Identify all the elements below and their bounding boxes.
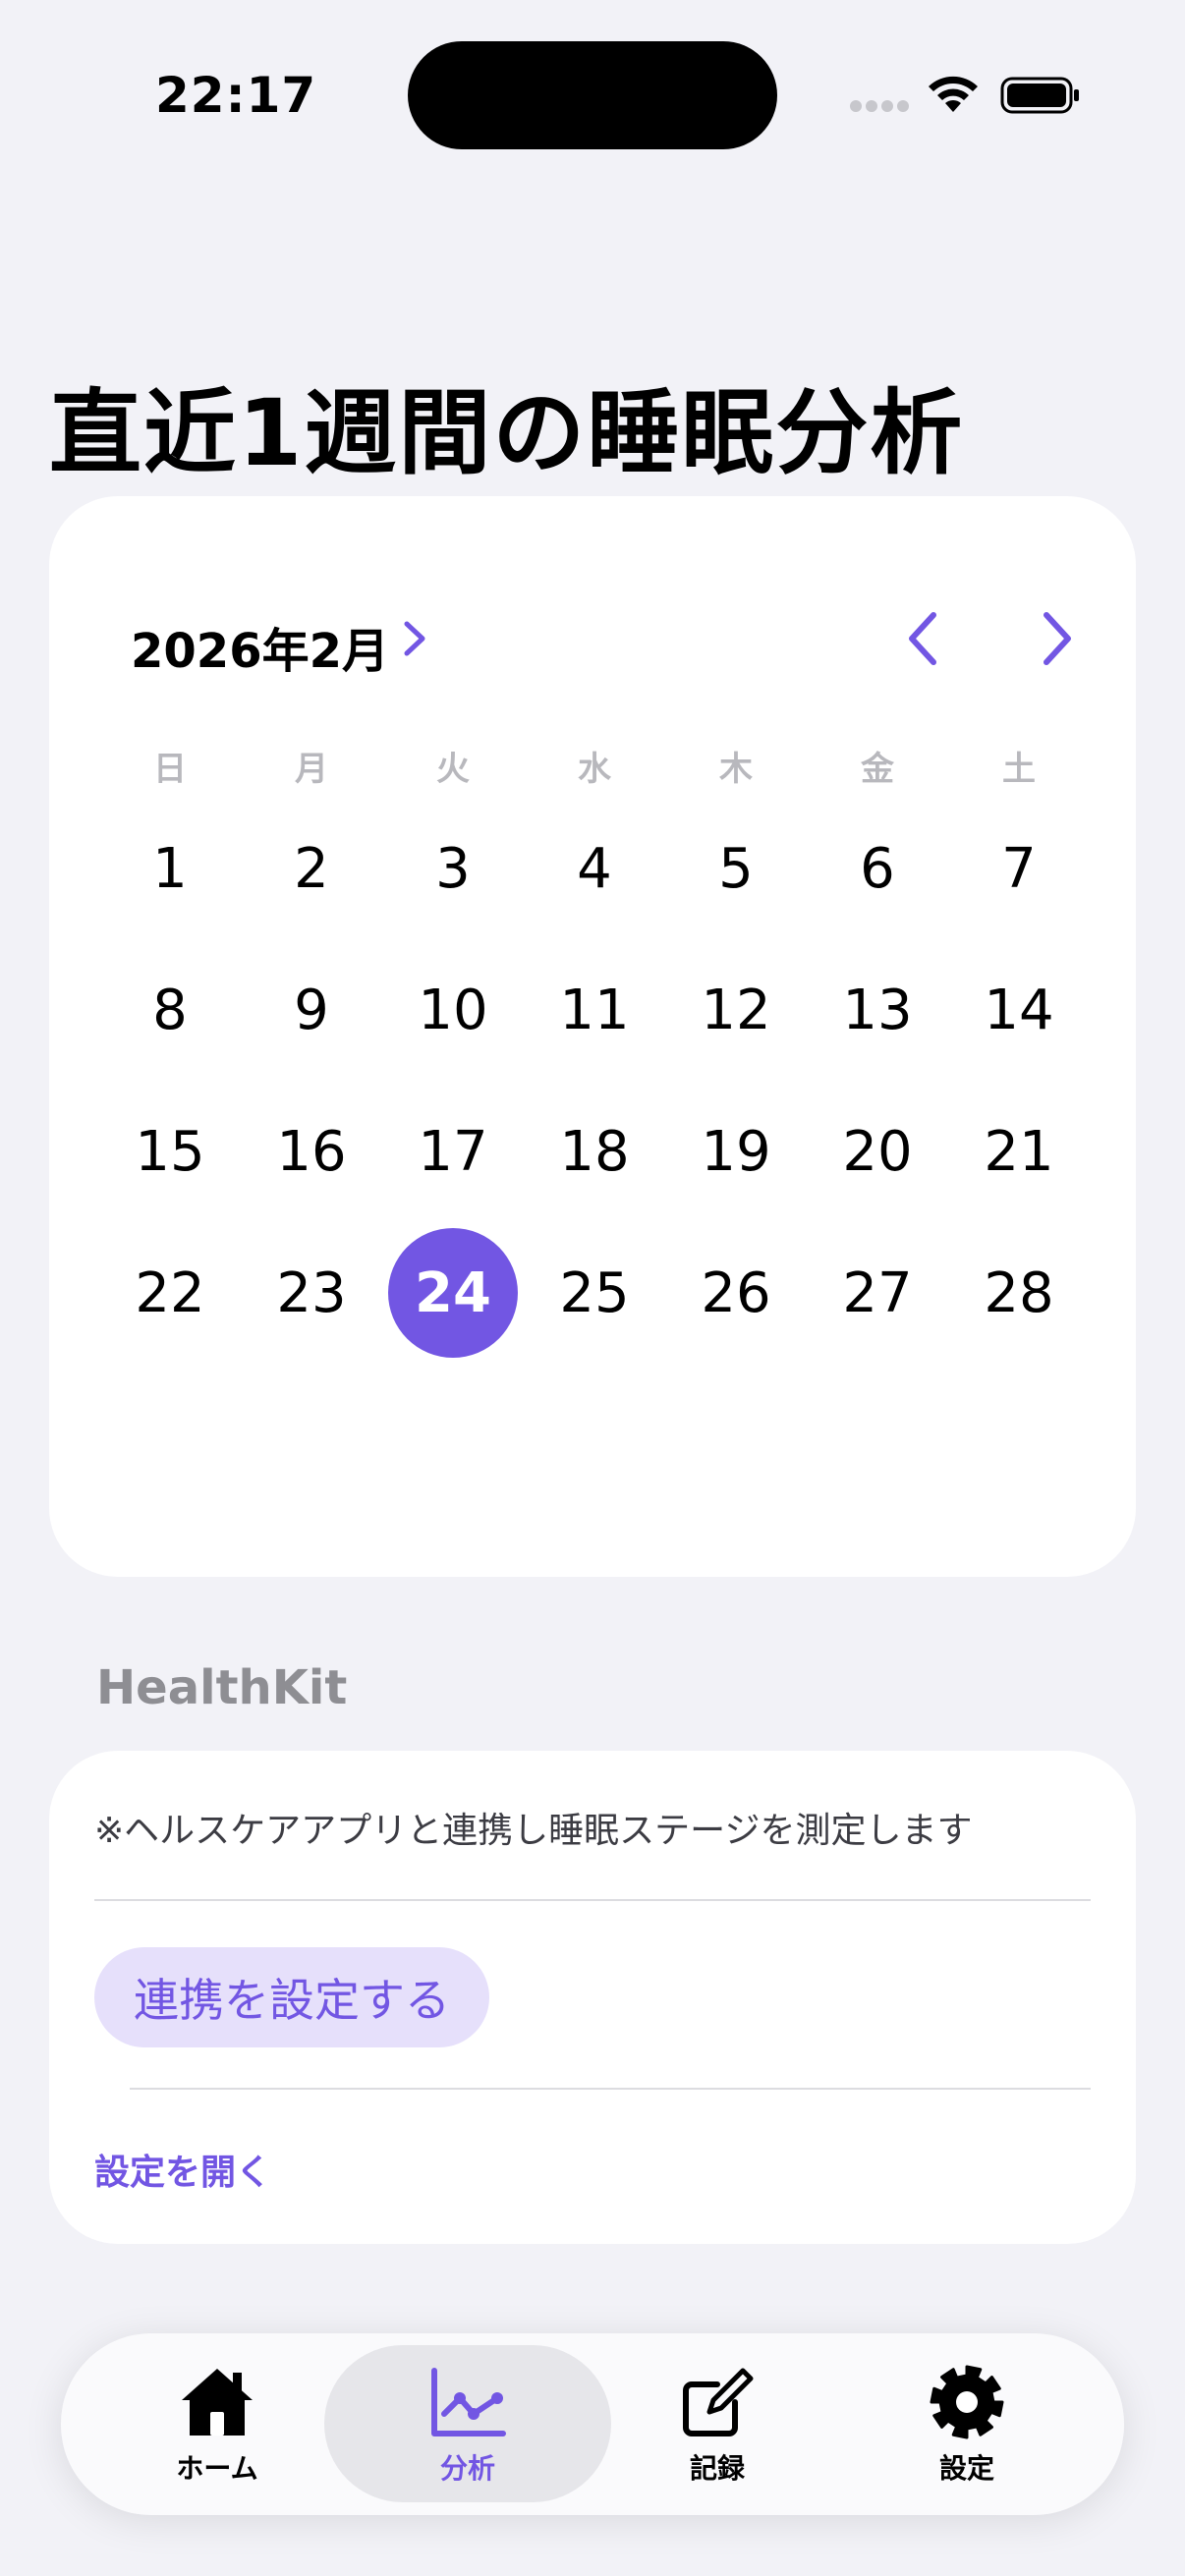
calendar-day[interactable]: 9	[241, 939, 382, 1081]
battery-icon	[1000, 77, 1079, 114]
previous-month-button[interactable]	[884, 594, 963, 683]
dynamic-island	[408, 41, 777, 149]
calendar-day[interactable]: 16	[241, 1081, 382, 1222]
divider	[130, 2088, 1091, 2090]
month-label[interactable]: 2026年2月	[131, 612, 389, 681]
day-number: 6	[860, 836, 895, 901]
day-number: 10	[418, 978, 488, 1042]
calendar-day[interactable]: 1	[99, 798, 241, 939]
calendar-day[interactable]: 10	[382, 939, 524, 1081]
day-number: 19	[701, 1119, 771, 1184]
day-number: 7	[1001, 836, 1037, 901]
house-icon	[182, 2369, 253, 2436]
calendar-day[interactable]: 15	[99, 1081, 241, 1222]
weekday-label: 日	[153, 750, 187, 789]
day-number: 25	[559, 1260, 630, 1325]
day-number: 20	[842, 1119, 913, 1184]
setup-integration-button[interactable]: 連携を設定する	[94, 1947, 489, 2047]
calendar-day[interactable]: 4	[524, 798, 665, 939]
day-number: 4	[577, 836, 612, 901]
calendar-day[interactable]: 2	[241, 798, 382, 939]
tab-bar: ホーム 分析 記録 設定	[61, 2333, 1124, 2515]
calendar-card: 2026年2月 日月火水木金土 1 2 3 4 5 6 7 8 9 10 11 12 13 14 15 16 1…	[49, 496, 1136, 1577]
calendar-day-selected[interactable]: 24	[382, 1222, 524, 1364]
divider	[94, 1899, 1091, 1901]
calendar-day[interactable]: 17	[382, 1081, 524, 1222]
tab-label: 分析	[439, 2452, 495, 2485]
calendar-day[interactable]: 18	[524, 1081, 665, 1222]
day-number: 13	[842, 978, 913, 1042]
day-number: 16	[276, 1119, 347, 1184]
day-number: 18	[559, 1119, 630, 1184]
tab-label: 設定	[938, 2452, 994, 2485]
calendar-day[interactable]: 20	[807, 1081, 948, 1222]
status-bar: 22:17	[0, 0, 1185, 196]
tab-record[interactable]: 記録	[619, 2333, 816, 2515]
calendar-day[interactable]: 23	[241, 1222, 382, 1364]
day-number: 1	[152, 836, 188, 901]
calendar-day[interactable]: 3	[382, 798, 524, 939]
day-number: 17	[418, 1119, 488, 1184]
healthkit-note: ※ヘルスケアアプリと連携し睡眠ステージを測定します	[94, 1811, 973, 1851]
calendar-day[interactable]: 26	[665, 1222, 807, 1364]
weekday-label: 水	[578, 750, 611, 789]
calendar-day[interactable]: 19	[665, 1081, 807, 1222]
calendar-day[interactable]: 11	[524, 939, 665, 1081]
calendar-day[interactable]: 25	[524, 1222, 665, 1364]
day-number: 22	[135, 1260, 205, 1325]
day-number: 28	[984, 1260, 1054, 1325]
tab-settings[interactable]: 設定	[869, 2333, 1065, 2515]
calendar-day[interactable]: 27	[807, 1222, 948, 1364]
calendar-day[interactable]: 8	[99, 939, 241, 1081]
day-number: 12	[701, 978, 771, 1042]
cellular-signal-icon	[850, 100, 909, 114]
calendar-day[interactable]: 6	[807, 798, 948, 939]
next-month-button[interactable]	[1017, 594, 1096, 683]
day-number: 9	[294, 978, 329, 1042]
healthkit-card: ※ヘルスケアアプリと連携し睡眠ステージを測定します 連携を設定する 設定を開く	[49, 1751, 1136, 2244]
day-number: 11	[559, 978, 630, 1042]
day-number: 8	[152, 978, 188, 1042]
chart-line-icon	[431, 2368, 506, 2436]
tab-label: 記録	[689, 2452, 745, 2485]
day-number: 14	[984, 978, 1054, 1042]
square-pencil-icon	[683, 2368, 754, 2436]
day-number: 15	[135, 1119, 205, 1184]
calendar-day[interactable]: 13	[807, 939, 948, 1081]
weekday-label: 火	[436, 750, 470, 789]
gear-icon	[930, 2365, 1004, 2439]
calendar-day[interactable]: 28	[948, 1222, 1090, 1364]
weekday-label: 木	[719, 750, 753, 789]
weekday-label: 土	[1002, 750, 1036, 789]
tab-analysis[interactable]: 分析	[369, 2333, 566, 2515]
calendar-day[interactable]: 14	[948, 939, 1090, 1081]
day-number: 24	[388, 1228, 518, 1358]
calendar-day[interactable]: 5	[665, 798, 807, 939]
calendar-day[interactable]: 22	[99, 1222, 241, 1364]
day-number: 23	[276, 1260, 347, 1325]
healthkit-section-title: HealthKit	[96, 1660, 348, 1715]
day-number: 27	[842, 1260, 913, 1325]
weekday-label: 月	[295, 750, 328, 789]
day-number: 3	[435, 836, 471, 901]
wifi-icon	[929, 76, 978, 112]
open-settings-link[interactable]: 設定を開く	[94, 2144, 271, 2195]
day-number: 5	[718, 836, 754, 901]
tab-home[interactable]: ホーム	[119, 2333, 315, 2515]
chevron-right-icon	[1044, 612, 1071, 665]
chevron-right-icon[interactable]	[401, 618, 428, 659]
status-time: 22:17	[155, 67, 317, 124]
page-title: 直近1週間の睡眠分析	[49, 380, 965, 487]
day-number: 2	[294, 836, 329, 901]
day-number: 21	[984, 1119, 1054, 1184]
calendar-day[interactable]: 21	[948, 1081, 1090, 1222]
weekday-label: 金	[861, 750, 894, 789]
calendar-day[interactable]: 12	[665, 939, 807, 1081]
tab-label: ホーム	[176, 2452, 258, 2485]
chevron-left-icon	[909, 612, 936, 665]
weekday-header: 日月火水木金土	[73, 742, 1112, 791]
day-number: 26	[701, 1260, 771, 1325]
calendar-day[interactable]: 7	[948, 798, 1090, 939]
